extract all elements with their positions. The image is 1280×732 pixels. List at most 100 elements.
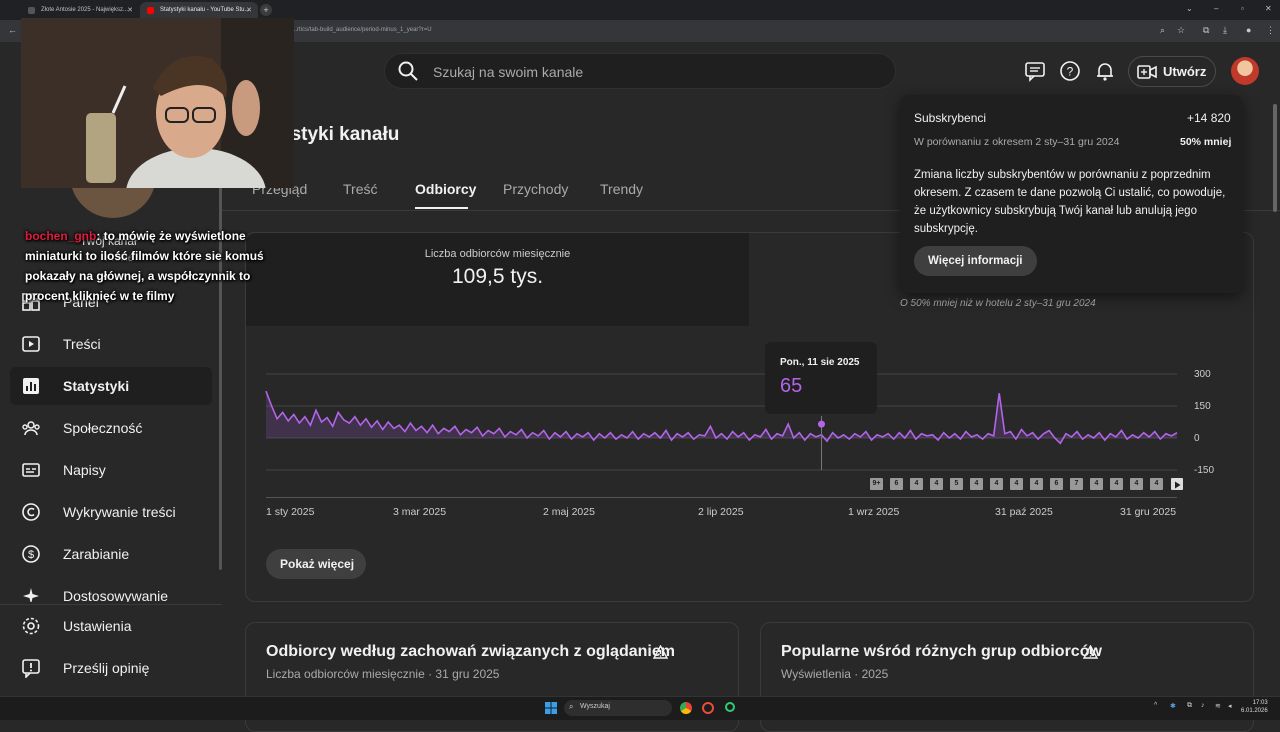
chart-hover-point: [817, 420, 825, 428]
chart-event-marker[interactable]: 5: [950, 478, 963, 490]
create-label: Utwórz: [1163, 64, 1207, 79]
minimize-icon[interactable]: –: [1214, 4, 1218, 13]
x-tick-label: 2 lip 2025: [698, 506, 744, 518]
messages-icon[interactable]: [1024, 60, 1046, 82]
tab-content[interactable]: Treść: [343, 181, 377, 197]
tab-revenue[interactable]: Przychody: [503, 181, 568, 197]
warning-icon[interactable]: [653, 645, 668, 659]
tab-label: Statystyki kanału - YouTube Stu...: [160, 7, 250, 13]
sidebar-item-label: Treści: [63, 336, 101, 352]
close-tab-icon[interactable]: ✕: [246, 6, 252, 14]
sidebar-item-content[interactable]: Treści: [10, 325, 212, 363]
profile-icon[interactable]: ●: [1246, 25, 1251, 35]
tray-app-icon[interactable]: ⧉: [1187, 702, 1192, 710]
chart-event-marker[interactable]: 4: [1150, 478, 1163, 490]
markers-next-button[interactable]: [1171, 478, 1183, 490]
tab-audience[interactable]: Odbiorcy: [415, 181, 476, 197]
youtube-favicon-icon: [147, 7, 154, 14]
clock-time: 17:03: [1252, 700, 1268, 706]
card-subtitle: Wyświetlenia · 2025: [781, 667, 889, 681]
tray-app-icon[interactable]: ✱: [1170, 702, 1176, 710]
svg-text:$: $: [28, 549, 34, 561]
sidebar-item-analytics[interactable]: Statystyki: [10, 367, 212, 405]
browser-tab-active[interactable]: Statystyki kanału - YouTube Stu... ✕: [140, 2, 258, 19]
chart-event-marker[interactable]: 9+: [870, 478, 883, 490]
sidebar-item-community[interactable]: Społeczność: [10, 409, 212, 447]
warning-icon[interactable]: [1083, 645, 1098, 659]
chart-event-marker[interactable]: 4: [910, 478, 923, 490]
chrome-taskbar-icon[interactable]: [680, 702, 692, 714]
x-tick-label: 2 maj 2025: [543, 506, 595, 518]
tab-trends[interactable]: Trendy: [600, 181, 643, 197]
zoom-icon[interactable]: ⌕: [1160, 25, 1165, 36]
download-icon[interactable]: ⤓: [1223, 25, 1227, 36]
x-tick-label: 3 mar 2025: [393, 506, 447, 518]
popover-title: Subskrybenci: [914, 111, 987, 125]
bookmark-star-icon[interactable]: ☆: [1177, 25, 1185, 36]
sidebar-item-label: Zarabianie: [63, 546, 130, 562]
sidebar-item-monetization[interactable]: $ Zarabianie: [10, 535, 212, 573]
chart-event-marker[interactable]: 6: [890, 478, 903, 490]
chevron-down-icon[interactable]: ⌄: [1186, 4, 1193, 13]
subtitles-icon: [22, 463, 40, 477]
windows-start-icon[interactable]: [545, 702, 557, 714]
chart-event-marker[interactable]: 4: [1010, 478, 1023, 490]
community-icon: [22, 421, 40, 436]
account-avatar[interactable]: [1231, 57, 1259, 85]
maximize-icon[interactable]: ▫: [1241, 4, 1244, 13]
app-taskbar-icon[interactable]: [702, 702, 714, 714]
sidebar-item-feedback[interactable]: Prześlij opinię: [10, 649, 212, 687]
wifi-icon[interactable]: ≋: [1215, 702, 1221, 710]
close-window-icon[interactable]: ✕: [1265, 4, 1272, 13]
card-subtitle: Liczba odbiorców miesięcznie · 31 gru 20…: [266, 667, 500, 681]
sidebar-item-customization[interactable]: Dostosowywanie: [10, 577, 212, 602]
content-icon: [22, 336, 40, 352]
url-text[interactable]: ...rtics/tab-build_audience/period-minus…: [292, 27, 432, 33]
card-title: Odbiorcy według zachowań związanych z og…: [266, 643, 675, 660]
chart-event-marker[interactable]: 7: [1070, 478, 1083, 490]
clock-date: 6.01.2026: [1241, 708, 1268, 714]
sidebar-item-label: Wykrywanie treści: [63, 504, 176, 520]
sidebar-item-copyright[interactable]: Wykrywanie treści: [10, 493, 212, 531]
taskbar-search-label: Wyszukaj: [580, 703, 610, 710]
microphone-icon[interactable]: ♪: [1201, 702, 1205, 709]
show-more-label: Pokaż więcej: [280, 557, 355, 571]
learn-more-label: Więcej informacji: [928, 255, 1023, 267]
volume-icon[interactable]: ◂: [1228, 702, 1232, 710]
chart-event-marker[interactable]: 4: [1130, 478, 1143, 490]
sidebar-item-label: Ustawienia: [63, 618, 132, 634]
help-icon[interactable]: ?: [1059, 60, 1081, 82]
chart-event-marker[interactable]: 4: [930, 478, 943, 490]
popover-comparison: W porównaniu z okresem 2 sty–31 gru 2024: [914, 136, 1120, 148]
menu-dots-icon[interactable]: ⋮: [1266, 25, 1275, 36]
notifications-bell-icon[interactable]: [1094, 60, 1116, 82]
chart-event-marker[interactable]: 4: [1090, 478, 1103, 490]
tray-chevron-icon[interactable]: ^: [1154, 702, 1157, 709]
active-tab-indicator: [415, 207, 468, 209]
y-tick-label: 0: [1194, 433, 1200, 444]
chart-event-marker[interactable]: 4: [990, 478, 1003, 490]
metric-value: 109,5 tys.: [451, 265, 544, 288]
main-scrollbar[interactable]: [1273, 104, 1277, 212]
page-title: ystyki kanału: [280, 124, 400, 145]
app-taskbar-icon[interactable]: [725, 702, 735, 712]
new-tab-button[interactable]: +: [260, 4, 272, 16]
sidebar-item-label: Napisy: [63, 462, 106, 478]
chart-event-marker[interactable]: 6: [1050, 478, 1063, 490]
chart-event-marker[interactable]: 4: [970, 478, 983, 490]
popover-description: Zmiana liczby subskrybentów w porównaniu…: [914, 169, 1226, 235]
taskbar-clock[interactable]: 17:03 6.01.2026: [1241, 699, 1268, 715]
feedback-icon: [22, 659, 40, 678]
close-tab-icon[interactable]: ✕: [127, 6, 133, 14]
video-plus-icon: [1137, 65, 1157, 79]
audience-line-chart[interactable]: [260, 360, 1220, 530]
sidebar-item-settings[interactable]: Ustawienia: [10, 607, 212, 645]
sidebar-item-subtitles[interactable]: Napisy: [10, 451, 212, 489]
chart-event-marker[interactable]: 4: [1110, 478, 1123, 490]
extensions-icon[interactable]: ⧉: [1203, 25, 1209, 36]
browser-tab[interactable]: Złote Antosie 2025 - Największ... ✕: [21, 2, 139, 19]
chart-event-marker[interactable]: 4: [1030, 478, 1043, 490]
x-tick-label: 31 gru 2025: [1120, 506, 1177, 518]
back-icon[interactable]: ←: [8, 25, 17, 35]
x-axis-line: [266, 497, 1177, 498]
